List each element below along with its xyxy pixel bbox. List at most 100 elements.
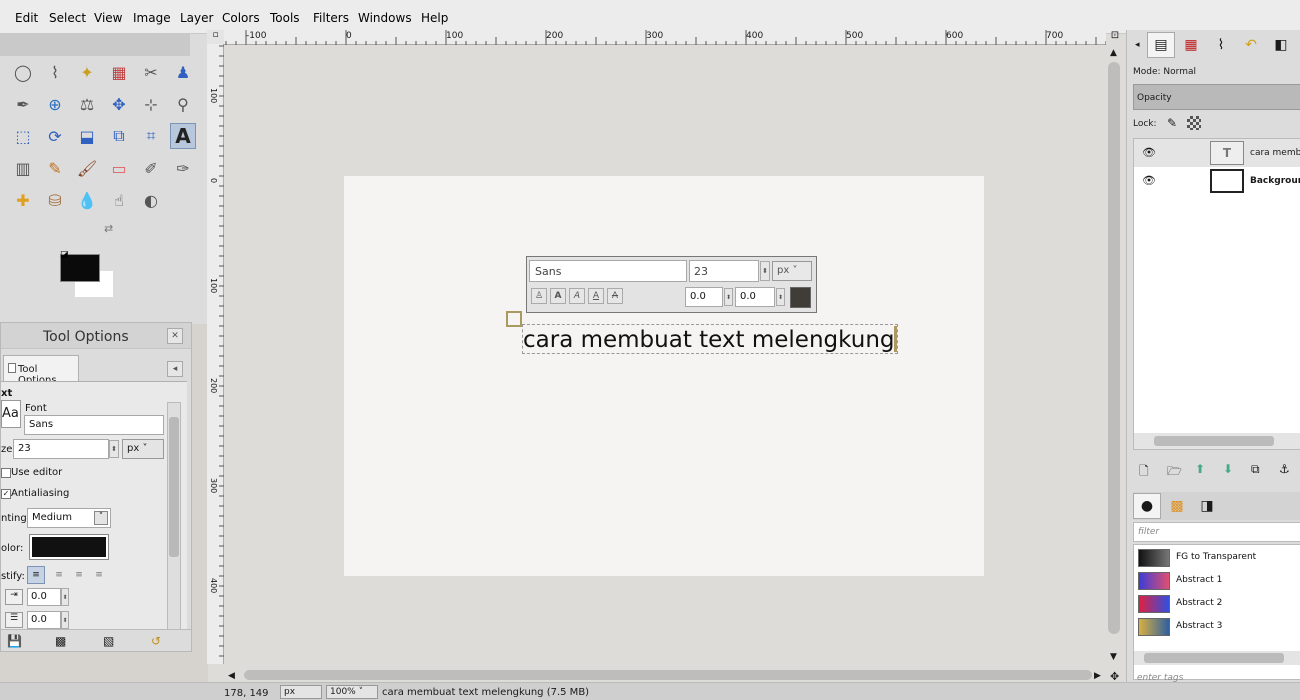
justify-fill-icon[interactable]: ≡ <box>91 567 107 583</box>
size-spinner[interactable]: ⬍ <box>109 440 119 458</box>
tab-channels[interactable]: ▦ <box>1177 32 1205 58</box>
font-preview-button[interactable]: Aa <box>1 400 21 428</box>
text-color-button[interactable] <box>29 534 109 560</box>
layer-name[interactable]: cara membu <box>1250 148 1300 158</box>
paths-icon[interactable]: ✒ <box>10 91 36 117</box>
move-icon[interactable]: ✥ <box>106 91 132 117</box>
smudge-icon[interactable]: ☝ <box>106 187 132 213</box>
tab-paths[interactable]: ⌇ <box>1207 32 1235 58</box>
shear-icon[interactable]: ⧉ <box>106 123 132 149</box>
line-spacing-field[interactable]: 0.0 <box>27 611 61 629</box>
paintbrush-icon[interactable]: 🖌 <box>74 155 100 181</box>
editor-size-field[interactable]: 23 <box>689 260 759 282</box>
heal-icon[interactable]: ✚ <box>10 187 36 213</box>
lower-layer-icon[interactable]: ⬇ <box>1223 462 1233 476</box>
clone-icon[interactable]: ⛁ <box>42 187 68 213</box>
foreground-select-icon[interactable]: ♟ <box>170 59 196 85</box>
use-editor-checkbox[interactable] <box>1 468 11 478</box>
eye-icon[interactable]: 👁 <box>1142 174 1156 187</box>
text-box-handle[interactable] <box>506 311 522 327</box>
tab-patterns[interactable]: ▩ <box>1163 493 1191 519</box>
scroll-left-icon[interactable]: ◀ <box>228 671 235 681</box>
rotate-icon[interactable]: ⟳ <box>42 123 68 149</box>
font-field[interactable]: Sans <box>24 415 164 435</box>
tool-options-scrollbar[interactable] <box>167 402 181 632</box>
size-field[interactable]: 23 <box>13 439 109 459</box>
underline-icon[interactable]: A <box>588 288 604 304</box>
airbrush-icon[interactable]: ✐ <box>138 155 164 181</box>
kerning-field[interactable]: 0.0 <box>735 287 775 307</box>
gradient-item[interactable]: Abstract 1 <box>1134 570 1300 592</box>
default-colors-icon[interactable]: ◪ <box>60 250 70 260</box>
anchor-layer-icon[interactable]: ⚓ <box>1279 462 1290 476</box>
tab-gradients[interactable]: ◨ <box>1193 493 1221 519</box>
lock-alpha-icon[interactable] <box>1187 116 1201 130</box>
scroll-down-icon[interactable]: ▼ <box>1110 652 1117 662</box>
blend-icon[interactable]: ▥ <box>10 155 36 181</box>
tab-brushes[interactable]: ◧ <box>1267 32 1295 58</box>
size-unit-select[interactable]: px ˅ <box>122 439 164 459</box>
tab-undo[interactable]: ↶ <box>1237 32 1265 58</box>
bold-icon[interactable]: A <box>550 288 566 304</box>
navigate-icon[interactable]: ⊡ <box>1108 30 1122 45</box>
menu-view[interactable]: View <box>94 11 122 25</box>
ink-icon[interactable]: ✑ <box>170 155 196 181</box>
editor-unit-select[interactable]: px ˅ <box>772 261 812 281</box>
tab-brushes-2[interactable]: ● <box>1133 493 1161 519</box>
duplicate-layer-icon[interactable]: ⧉ <box>1251 462 1260 477</box>
tab-tool-options[interactable]: Tool Options <box>3 355 79 386</box>
italic-icon[interactable]: A <box>569 288 585 304</box>
new-layer-icon[interactable]: 🗋 <box>1139 462 1149 483</box>
layer-mode-label[interactable]: Mode: Normal <box>1133 67 1196 77</box>
dock-menu-icon[interactable]: ◂ <box>1135 40 1140 50</box>
layers-hscroll-thumb[interactable] <box>1154 436 1274 446</box>
reset-options-icon[interactable]: ↺ <box>151 634 161 648</box>
menu-tools[interactable]: Tools <box>270 11 300 25</box>
menu-windows[interactable]: Windows <box>358 11 412 25</box>
eye-icon[interactable]: 👁 <box>1142 146 1156 159</box>
dodge-burn-icon[interactable]: ◐ <box>138 187 164 213</box>
scroll-right-icon[interactable]: ▶ <box>1094 671 1101 681</box>
horizontal-scroll-thumb[interactable] <box>244 670 1092 680</box>
baseline-field[interactable]: 0.0 <box>685 287 723 307</box>
lock-pixels-icon[interactable]: ✎ <box>1167 116 1177 130</box>
swap-colors-icon[interactable]: ⇄ <box>104 222 113 235</box>
indent-spinner[interactable]: ⬍ <box>61 588 69 606</box>
menu-select[interactable]: Select <box>49 11 86 25</box>
menu-help[interactable]: Help <box>421 11 448 25</box>
new-group-icon[interactable]: 🗁 <box>1167 462 1182 483</box>
quick-mask-corner-icon[interactable]: ▫ <box>207 30 224 45</box>
close-icon[interactable]: ✕ <box>167 328 183 344</box>
panel-menu-icon[interactable]: ◂ <box>167 361 183 377</box>
opacity-slider[interactable]: Opacity <box>1133 84 1300 110</box>
menu-edit[interactable]: Edit <box>15 11 38 25</box>
kerning-spinner[interactable]: ⬍ <box>776 288 785 306</box>
editor-text-color-button[interactable] <box>790 287 811 308</box>
hinting-select[interactable]: Medium ˅ <box>27 508 111 528</box>
vertical-scroll-thumb[interactable] <box>1108 62 1120 634</box>
save-options-icon[interactable]: 💾 <box>7 634 22 648</box>
zoom-select[interactable]: 100% ˅ <box>326 685 378 699</box>
color-select-icon[interactable]: ▦ <box>106 59 132 85</box>
horizontal-ruler[interactable]: -100 0 100 200 300 400 500 600 700 <box>224 30 1106 45</box>
text-tool-icon[interactable]: A <box>170 123 196 149</box>
menu-filters[interactable]: Filters <box>313 11 349 25</box>
image-canvas[interactable] <box>344 176 984 576</box>
blur-icon[interactable]: 💧 <box>74 187 100 213</box>
scale-icon[interactable]: ⬓ <box>74 123 100 149</box>
text-layer-content[interactable]: cara membuat text melengkung <box>522 324 898 354</box>
editor-font-field[interactable]: Sans <box>529 260 687 282</box>
status-unit-select[interactable]: px <box>280 685 322 699</box>
layer-row[interactable]: 👁 Backgroun <box>1134 167 1300 195</box>
align-icon[interactable]: ⊹ <box>138 91 164 117</box>
crop-icon[interactable]: ⬚ <box>10 123 36 149</box>
gradients-hscroll[interactable] <box>1134 651 1300 665</box>
editor-size-spinner[interactable]: ⬍ <box>760 261 770 281</box>
layer-name[interactable]: Backgroun <box>1250 176 1300 186</box>
gradients-hscroll-thumb[interactable] <box>1144 653 1284 663</box>
cage-icon[interactable]: ⌗ <box>138 123 164 149</box>
restore-options-icon[interactable]: ▩ <box>55 634 66 648</box>
vertical-ruler[interactable]: 100 0 100 200 300 400 <box>207 44 224 664</box>
color-picker-icon[interactable]: ⚲ <box>170 91 196 117</box>
baseline-spinner[interactable]: ⬍ <box>724 288 733 306</box>
